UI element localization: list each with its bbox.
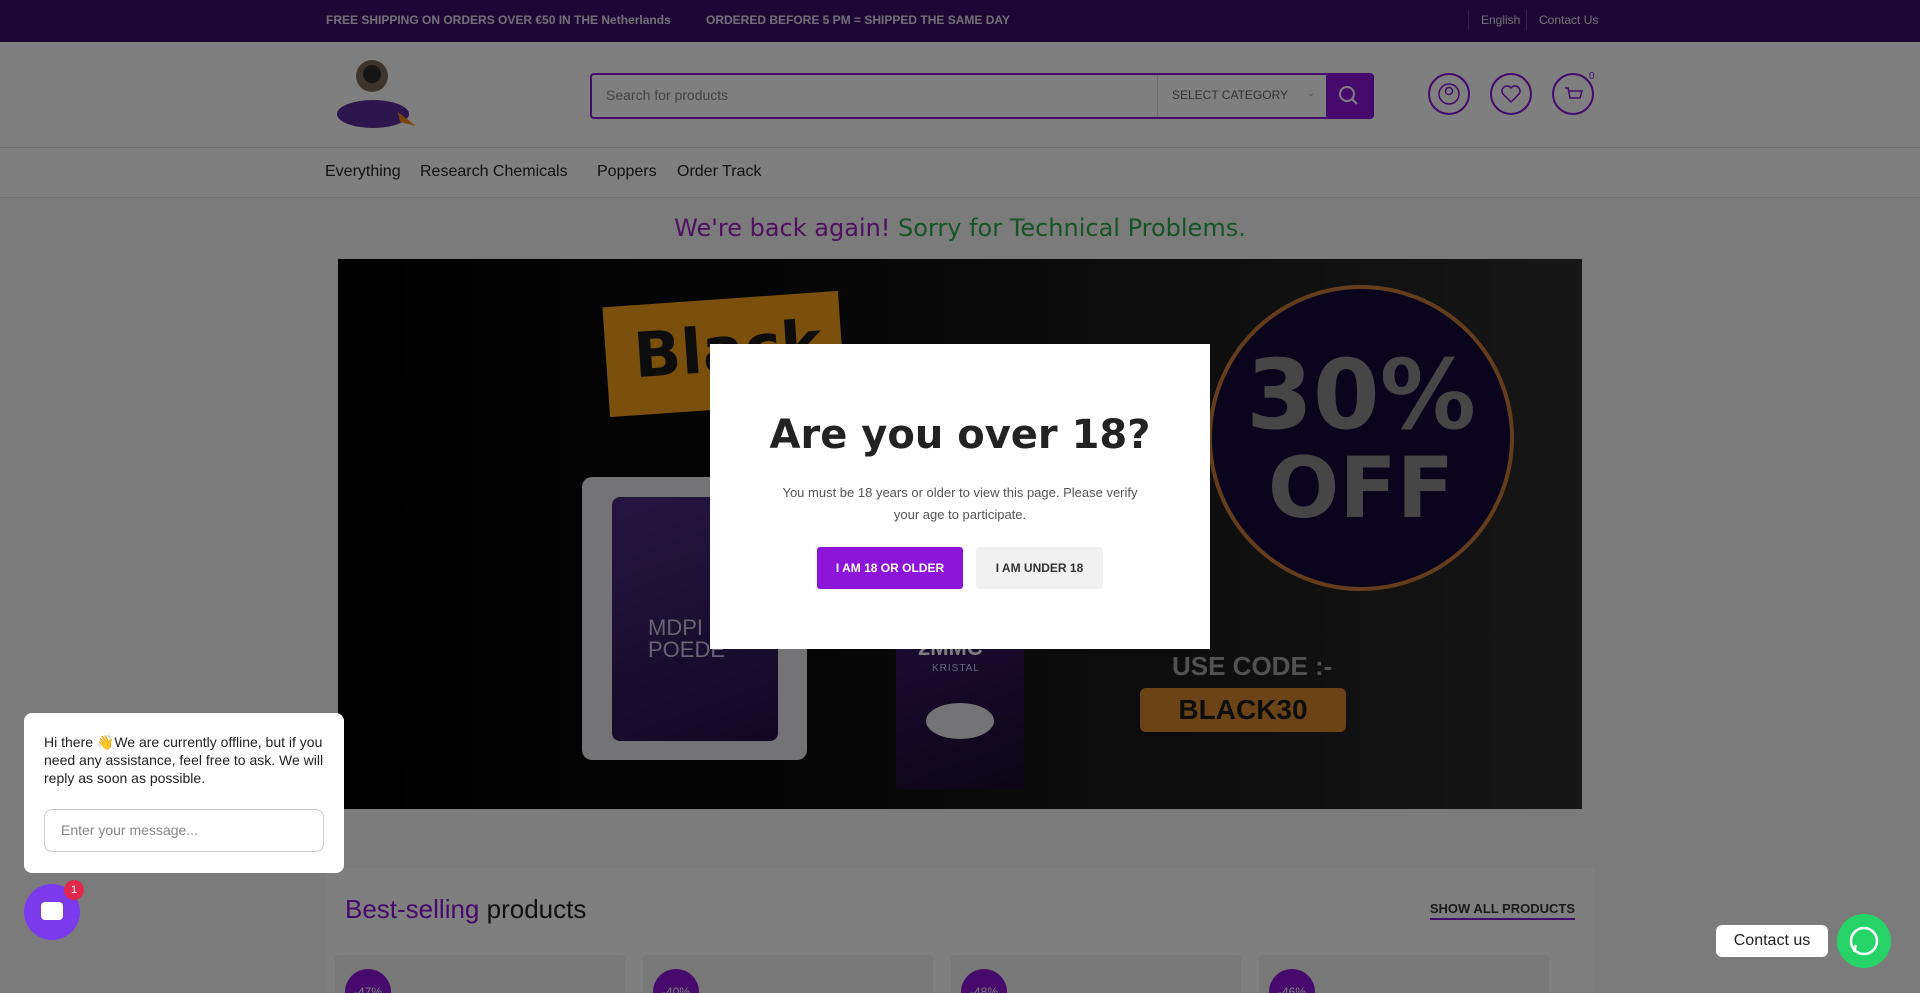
- chat-icon: [41, 902, 63, 920]
- confirm-age-button[interactable]: I AM 18 OR OLDER: [817, 547, 963, 589]
- whatsapp-contact-label[interactable]: Contact us: [1716, 925, 1828, 957]
- age-verification-modal: Are you over 18? You must be 18 years or…: [710, 344, 1210, 649]
- chat-input[interactable]: Enter your message...: [44, 809, 324, 852]
- unread-badge: 1: [64, 880, 84, 900]
- modal-text: You must be 18 years or older to view th…: [782, 485, 1138, 522]
- modal-title: Are you over 18?: [769, 412, 1151, 458]
- chat-popup: Hi there 👋We are currently offline, but …: [24, 713, 344, 873]
- whatsapp-button[interactable]: [1837, 914, 1891, 968]
- whatsapp-icon: [1849, 926, 1879, 956]
- under-age-button[interactable]: I AM UNDER 18: [976, 547, 1103, 589]
- chat-message: Hi there 👋We are currently offline, but …: [44, 734, 324, 786]
- chat-launcher-button[interactable]: 1: [24, 880, 84, 940]
